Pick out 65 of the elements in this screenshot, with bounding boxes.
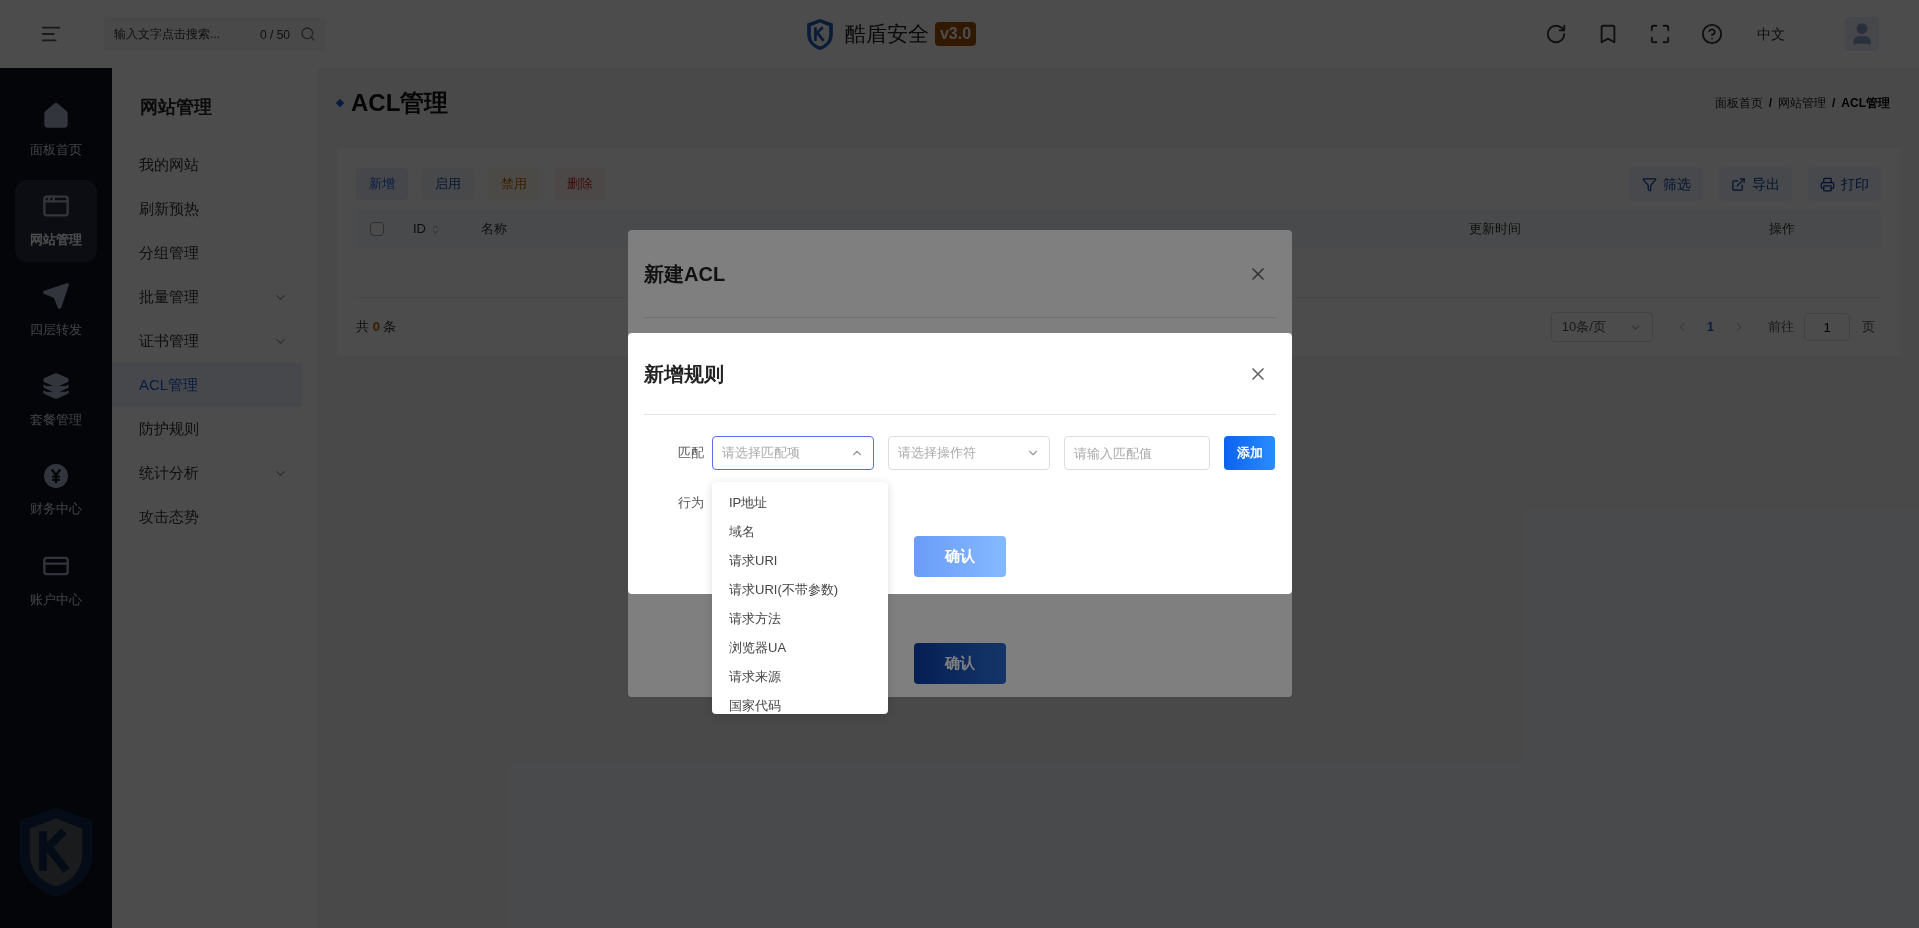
dropdown-option[interactable]: 请求URI(不带参数) [712, 575, 888, 604]
toolbar-button[interactable]: 删除 [554, 168, 606, 200]
dropdown-option[interactable]: 国家代码 [712, 691, 888, 714]
fullscreen-icon[interactable] [1649, 23, 1671, 45]
sub-navigation-item[interactable]: 刷新预热 [112, 187, 302, 231]
dialog-title: 新建ACL [644, 261, 727, 287]
select-field[interactable]: 请选择匹配项 [712, 436, 874, 470]
sub-navigation-title: 网站管理 [139, 96, 213, 119]
dialog-title: 新增规则 [644, 361, 725, 387]
dropdown-option[interactable]: 域名 [712, 517, 888, 546]
breadcrumb-link[interactable]: 面板首页 [1714, 94, 1763, 112]
sub-navigation-item[interactable]: ACL管理 [112, 363, 302, 407]
refresh-icon[interactable] [1545, 23, 1567, 45]
tool-button[interactable]: 打印 [1808, 167, 1881, 201]
select-all-checkbox[interactable] [370, 222, 384, 236]
shield-logo-icon [804, 17, 835, 51]
total-count: 共 0 条 [356, 318, 397, 337]
action-label: 行为 [677, 494, 705, 512]
dropdown-option[interactable]: 浏览器UA [712, 633, 888, 662]
brand-name: 酷盾安全 [844, 21, 929, 48]
sub-navigation-item[interactable]: 我的网站 [112, 143, 302, 187]
filter-icon [1642, 176, 1657, 192]
dropdown-option[interactable]: IP地址 [712, 488, 888, 517]
dropdown-option[interactable]: 请求来源 [712, 662, 888, 691]
page-number[interactable]: 1 [1706, 317, 1714, 337]
layers-icon [42, 372, 70, 401]
confirm-button[interactable]: 确认 [914, 535, 1006, 577]
user-avatar[interactable] [1845, 17, 1879, 51]
sub-navigation-item[interactable]: 攻击态势 [112, 495, 302, 539]
confirm-button[interactable]: 确认 [914, 643, 1006, 684]
character-counter: 0 / 50 [259, 27, 290, 44]
sub-navigation-item[interactable]: 批量管理 [112, 275, 302, 319]
search-icon[interactable] [300, 26, 316, 42]
match-value-field[interactable]: 请输入匹配值 [1064, 436, 1210, 470]
toolbar-button[interactable]: 禁用 [488, 168, 540, 200]
column-header[interactable]: ID [413, 219, 471, 239]
breadcrumb-link[interactable]: ACL管理 [1841, 94, 1890, 112]
dropdown-option[interactable]: 请求URI [712, 546, 888, 575]
sub-navigation-item[interactable]: 统计分析 [112, 451, 302, 495]
toolbar-button[interactable]: 启用 [422, 168, 474, 200]
match-label: 匹配 [677, 444, 705, 463]
column-header: 名称 [481, 220, 508, 239]
tool-button[interactable]: 筛选 [1630, 167, 1703, 201]
nav-rail-item[interactable]: 网站管理 [15, 180, 97, 262]
printer-icon [1820, 176, 1835, 192]
select-field[interactable]: 请选择操作符 [888, 436, 1050, 470]
breadcrumb-separator: / [1832, 95, 1836, 112]
breadcrumb-separator: / [1768, 95, 1772, 112]
goto-page-field[interactable]: 1 [1804, 313, 1850, 341]
paper-plane-icon [42, 282, 70, 311]
add-button[interactable]: 添加 [1224, 436, 1275, 470]
sub-navigation-item[interactable]: 分组管理 [112, 231, 302, 275]
export-icon [1731, 176, 1746, 192]
sub-navigation-item[interactable]: 防护规则 [112, 407, 302, 451]
dropdown-option[interactable]: 请求方法 [712, 604, 888, 633]
title-marker-icon [335, 98, 345, 108]
house-icon [42, 102, 70, 131]
page-title: ACL管理 [351, 88, 450, 118]
help-icon[interactable] [1701, 23, 1723, 45]
yen-icon [43, 463, 69, 490]
breadcrumb-link[interactable]: 网站管理 [1778, 94, 1826, 112]
language-link[interactable]: 中文 [1757, 23, 1785, 45]
tool-button[interactable]: 导出 [1719, 167, 1792, 201]
version-badge: v3.0 [934, 22, 977, 46]
sub-navigation-item[interactable]: 证书管理 [112, 319, 302, 363]
